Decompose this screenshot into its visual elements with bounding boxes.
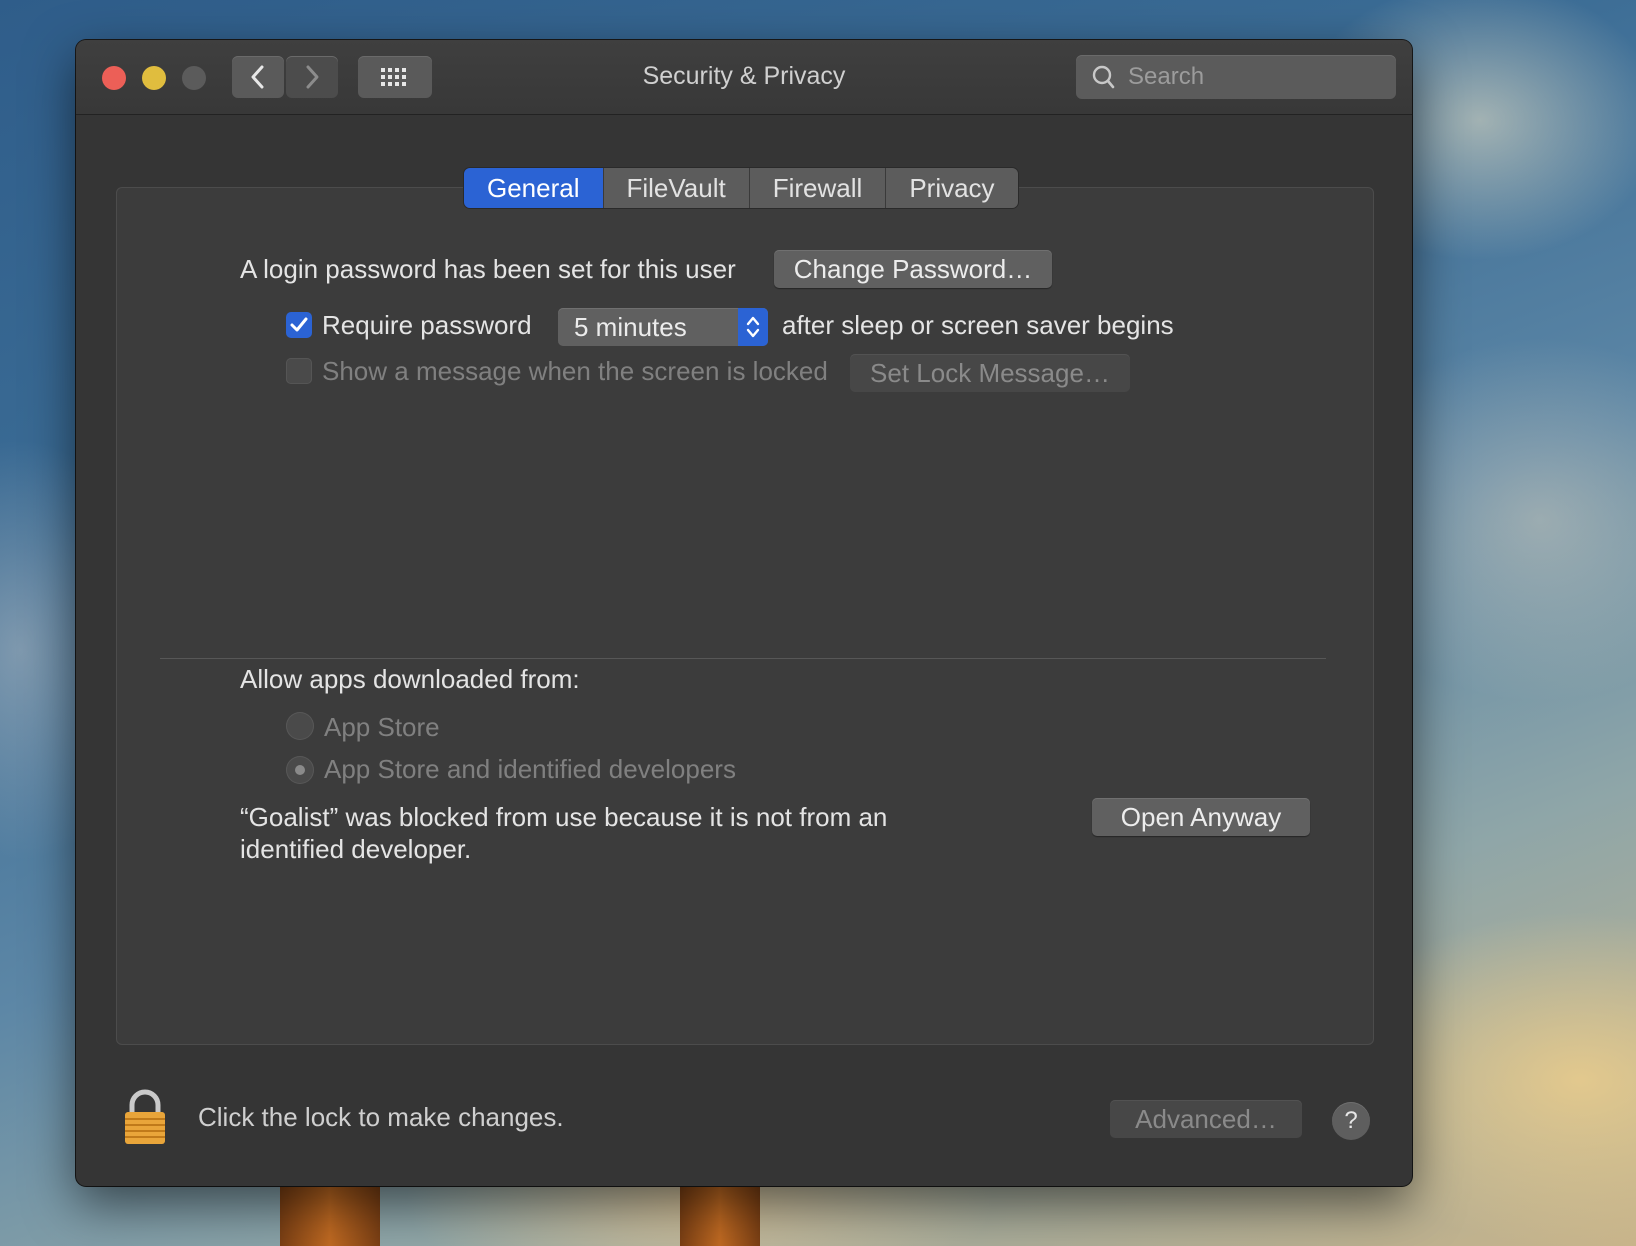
preferences-window: Security & Privacy Search General FileVa…: [76, 40, 1412, 1186]
login-password-text: A login password has been set for this u…: [240, 254, 736, 284]
checkmark-icon: [290, 317, 308, 332]
tab-firewall[interactable]: Firewall: [749, 168, 887, 208]
wallpaper-pillar-left: [280, 1186, 380, 1246]
blocked-message-line1: “Goalist” was blocked from use because i…: [240, 802, 888, 832]
radio-selected-dot: [295, 765, 305, 775]
help-button[interactable]: ?: [1332, 1102, 1370, 1140]
search-input[interactable]: Search: [1076, 55, 1396, 99]
after-sleep-text: after sleep or screen saver begins: [782, 310, 1174, 340]
radio-app-store-label: App Store: [324, 712, 440, 742]
radio-app-store-identified-label: App Store and identified developers: [324, 754, 736, 784]
set-lock-message-button[interactable]: Set Lock Message…: [850, 354, 1130, 392]
select-arrows-icon: [738, 308, 768, 346]
require-password-label: Require password: [322, 310, 532, 340]
radio-app-store[interactable]: [286, 712, 314, 740]
section-divider: [160, 658, 1326, 659]
lock-status-text: Click the lock to make changes.: [198, 1102, 564, 1132]
password-delay-value: 5 minutes: [574, 311, 687, 342]
tab-bar: General FileVault Firewall Privacy: [464, 168, 1018, 208]
tab-general[interactable]: General: [464, 168, 604, 208]
lock-icon[interactable]: [122, 1088, 168, 1146]
blocked-message-line2: identified developer.: [240, 834, 472, 864]
tab-filevault[interactable]: FileVault: [603, 168, 750, 208]
search-placeholder: Search: [1128, 63, 1205, 90]
tab-privacy[interactable]: Privacy: [886, 168, 1018, 208]
wallpaper-pillar-right: [680, 1186, 760, 1246]
password-delay-select[interactable]: 5 minutes: [558, 308, 768, 346]
advanced-button[interactable]: Advanced…: [1110, 1100, 1302, 1138]
require-password-checkbox[interactable]: [286, 312, 312, 338]
change-password-button[interactable]: Change Password…: [774, 250, 1052, 288]
title-bar: Security & Privacy Search: [76, 40, 1412, 115]
open-anyway-button[interactable]: Open Anyway: [1092, 798, 1310, 836]
allow-apps-heading: Allow apps downloaded from:: [240, 664, 580, 694]
radio-app-store-identified[interactable]: [286, 756, 314, 784]
show-message-checkbox[interactable]: [286, 358, 312, 384]
show-message-label: Show a message when the screen is locked: [322, 356, 828, 386]
search-icon: [1092, 65, 1115, 89]
